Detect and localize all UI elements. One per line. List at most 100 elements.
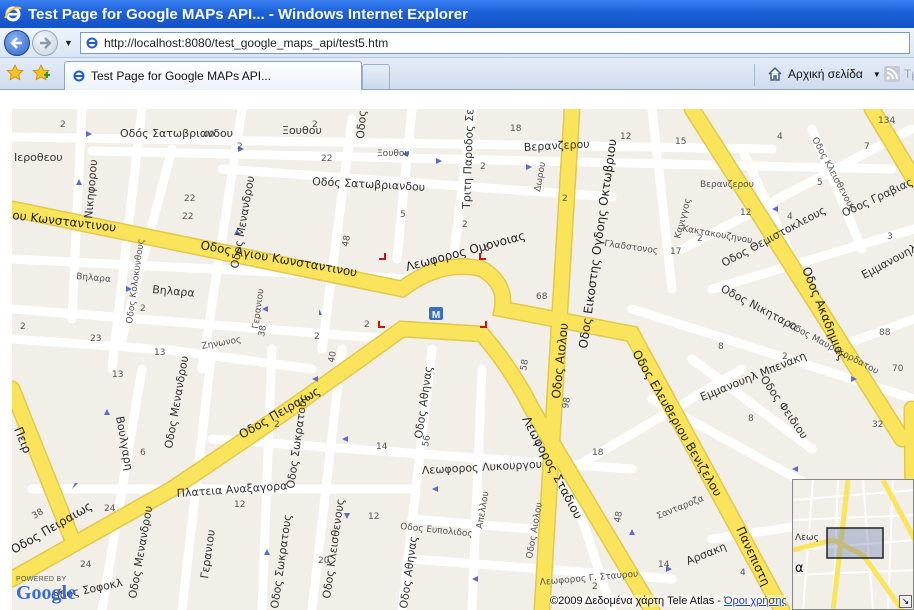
- house-number: 18: [592, 448, 604, 458]
- arrow-left-icon: [10, 36, 22, 49]
- map-copyright: ©2009 Δεδομένα χάρτη Tele Atlas - Όροι χ…: [550, 595, 787, 607]
- address-bar[interactable]: http://localhost:8080/test_google_maps_a…: [80, 31, 910, 54]
- terms-link[interactable]: Όροι χρήσης: [724, 595, 787, 607]
- house-number: 3: [887, 232, 893, 242]
- favorites-star-icon[interactable]: [6, 64, 24, 82]
- house-number: 12: [620, 132, 631, 142]
- house-number: 5: [400, 210, 406, 220]
- house-number: 12: [740, 208, 751, 218]
- back-button[interactable]: [4, 29, 30, 56]
- house-number: 2: [312, 120, 318, 130]
- overview-map[interactable]: Λεως α ↘: [792, 479, 914, 610]
- feeds-label: Τρ: [904, 67, 914, 81]
- label-xouthou-small: Ξουθου: [377, 149, 410, 159]
- house-number: 38: [257, 324, 269, 337]
- house-number: 12: [234, 500, 245, 510]
- page-viewport: M Οδός Σατωβριανδου Οδός Σατωβριανδου Ξο…: [0, 90, 914, 610]
- add-favorite-icon[interactable]: [32, 64, 50, 82]
- house-number: 24: [104, 504, 116, 514]
- house-number: 20: [318, 556, 330, 566]
- house-number: 68: [536, 292, 548, 302]
- house-number: 134: [878, 116, 895, 126]
- label-satovriandou-top: Οδός Σατωβριανδου: [120, 127, 233, 140]
- house-number: 2: [462, 220, 468, 230]
- house-number: 15: [675, 137, 686, 147]
- house-number: 2: [140, 304, 146, 314]
- house-number: 2: [60, 120, 66, 130]
- google-wordmark: Google: [16, 582, 76, 604]
- overview-viewport-box[interactable]: [826, 527, 884, 559]
- google-logo[interactable]: POWERED BY Google: [16, 576, 96, 610]
- house-number: 23: [90, 334, 101, 344]
- overview-map-tiles: Λεως α: [793, 480, 913, 609]
- overview-toggle-button[interactable]: ↘: [899, 595, 912, 608]
- window-title: Test Page for Google MAPs API... - Windo…: [28, 5, 468, 23]
- home-button[interactable]: Αρχική σελίδα ▼: [766, 62, 881, 86]
- forward-button[interactable]: [32, 29, 58, 56]
- home-dropdown-icon[interactable]: ▼: [873, 70, 881, 79]
- label-ierothiou: Ιεροθεου: [14, 151, 63, 164]
- metro-label: M: [432, 310, 440, 321]
- house-number: 13: [112, 370, 123, 380]
- house-number: 2: [562, 194, 568, 204]
- address-toolbar: ▼ http://localhost:8080/test_google_maps…: [0, 28, 914, 58]
- house-number: 58: [519, 358, 531, 371]
- house-number: 56: [421, 434, 433, 447]
- house-number: 2: [480, 162, 486, 172]
- overview-label: Λεως: [795, 533, 819, 543]
- history-dropdown-button[interactable]: ▼: [64, 38, 74, 48]
- house-number: 8: [718, 342, 724, 352]
- house-number: 2: [782, 352, 788, 362]
- house-number: 17: [670, 247, 681, 257]
- house-number: 4: [777, 132, 783, 142]
- house-number: 4: [787, 212, 793, 222]
- house-number: 32: [872, 420, 883, 430]
- house-number: 24: [80, 560, 92, 570]
- house-number: 2: [364, 320, 370, 330]
- label-veranzerou-small: Βερανζερου: [700, 180, 754, 190]
- ie-logo-icon: [4, 5, 22, 23]
- arrow-right-icon: [40, 36, 52, 49]
- house-number: 2: [274, 420, 280, 430]
- house-number: 2: [592, 582, 598, 592]
- overview-letter: α: [795, 561, 804, 576]
- rss-icon: [884, 66, 900, 82]
- copyright-text: ©2009 Δεδομένα χάρτη Tele Atlas -: [550, 595, 724, 607]
- page-icon: [84, 35, 100, 51]
- url-text: http://localhost:8080/test_google_maps_a…: [104, 35, 389, 50]
- tab-bar: Test Page for Google MAPs API... Αρχική …: [0, 58, 914, 90]
- house-number: 12: [368, 512, 379, 522]
- house-number: 48: [613, 510, 625, 523]
- house-number: 13: [154, 348, 165, 358]
- ie-page-icon: [71, 68, 87, 84]
- home-label: Αρχική σελίδα: [788, 67, 863, 81]
- house-number: 5: [817, 178, 823, 188]
- house-number: 6: [140, 448, 146, 458]
- house-number: 40: [203, 130, 215, 140]
- tab-label: Test Page for Google MAPs API...: [91, 69, 272, 83]
- house-number: 22: [321, 154, 332, 164]
- window-titlebar: Test Page for Google MAPs API... - Windo…: [0, 0, 914, 28]
- home-icon: [766, 65, 784, 83]
- house-number: 14: [376, 442, 388, 452]
- house-number: 2: [237, 142, 243, 152]
- metro-station-icon[interactable]: M: [429, 307, 443, 321]
- house-number: 98: [561, 396, 573, 409]
- house-number: 48: [341, 234, 353, 247]
- house-number: 7: [864, 142, 870, 152]
- house-number: 18: [510, 124, 522, 134]
- house-number: 6: [484, 244, 490, 254]
- house-number: 22: [182, 212, 193, 222]
- house-number: 2: [314, 332, 320, 342]
- house-number: 14: [658, 560, 670, 570]
- house-number: 4: [740, 568, 746, 578]
- house-number: 2: [20, 322, 26, 332]
- feeds-button[interactable]: Τρ: [884, 66, 914, 82]
- toolbar-divider: [754, 64, 755, 86]
- map-canvas[interactable]: M Οδός Σατωβριανδου Οδός Σατωβριανδου Ξο…: [12, 109, 914, 610]
- house-number: 22: [184, 194, 195, 204]
- new-tab-button[interactable]: [362, 64, 390, 89]
- house-number: 8: [748, 414, 754, 424]
- tab-active[interactable]: Test Page for Google MAPs API...: [64, 61, 362, 90]
- house-number: 70: [892, 364, 904, 374]
